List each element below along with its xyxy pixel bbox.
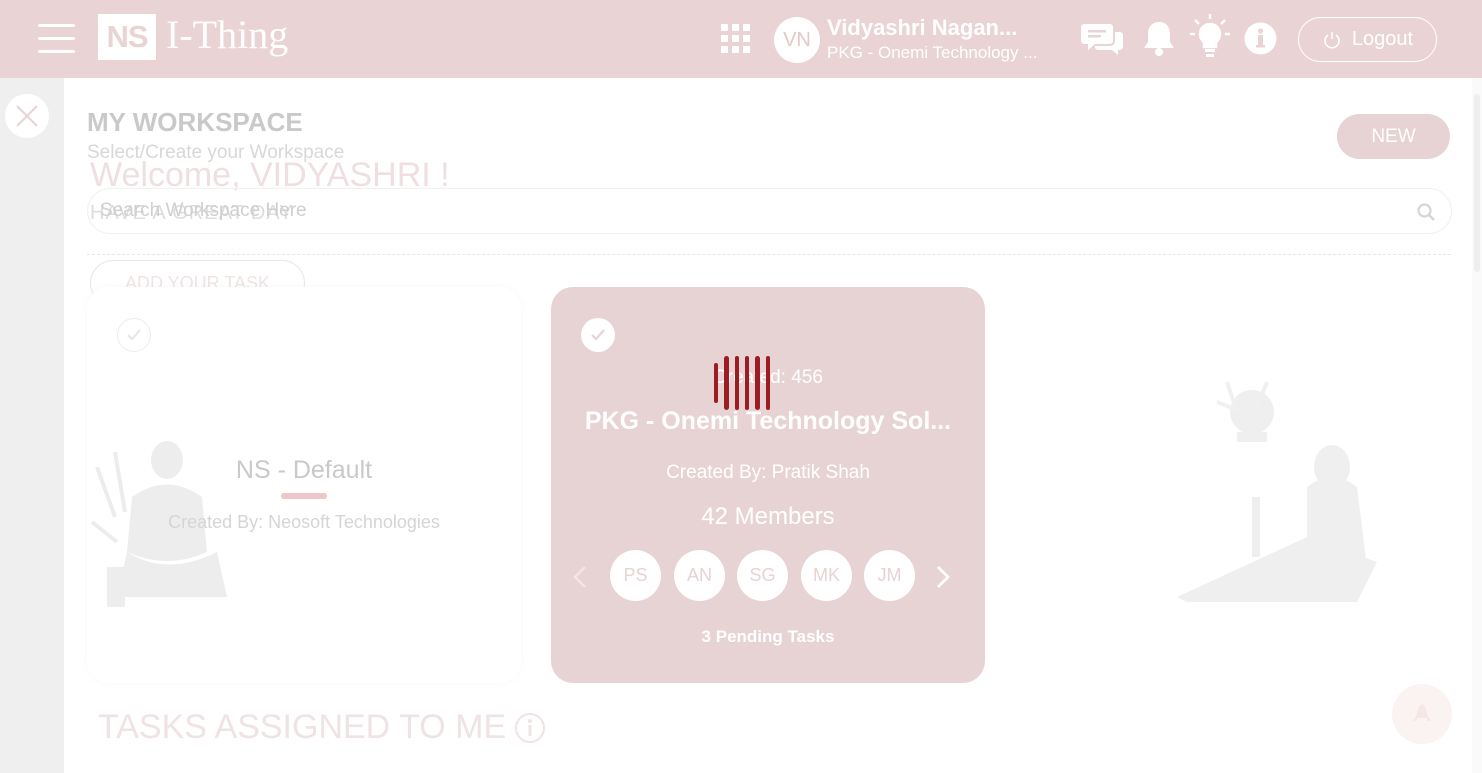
bell-icon[interactable] [1142, 20, 1176, 58]
select-check[interactable] [117, 318, 151, 352]
logout-label: Logout [1351, 28, 1414, 50]
person-with-laptop-illustration [1177, 381, 1377, 602]
workspace-name: NS - Default [235, 456, 373, 484]
check-icon [591, 329, 605, 341]
workspace-creator: Created By: Pratik Shah [666, 462, 870, 483]
check-icon [127, 329, 141, 341]
workspace-subtitle: Select/Create your Workspace [87, 142, 345, 163]
user-name[interactable]: Vidyashri Nagan... [827, 15, 1017, 41]
user-organization[interactable]: PKG - Onemi Technology ... [827, 43, 1037, 63]
close-button[interactable] [5, 94, 49, 138]
workspace-search [87, 188, 1452, 234]
close-icon [16, 105, 38, 127]
tasks-heading-text: TASKS ASSIGNED TO ME [98, 708, 507, 746]
floating-action-button[interactable] [1392, 684, 1452, 744]
power-icon [1324, 31, 1340, 48]
workspace-card-selected[interactable]: Created: 456 PKG - Onemi Technology Sol.… [551, 287, 985, 683]
top-header: NS I-Thing VN Vidyashri Nagan... PKG - O… [0, 0, 1482, 78]
workspace-illustration [1017, 287, 1451, 683]
workspace-name: PKG - Onemi Technology Sol... [584, 407, 952, 435]
select-check[interactable] [581, 318, 615, 352]
active-underline [281, 493, 327, 499]
member-avatar[interactable]: PS [610, 550, 661, 601]
chat-icon[interactable] [1081, 22, 1123, 56]
members-count: 42 Members [701, 503, 835, 530]
new-workspace-button[interactable]: NEW [1337, 114, 1450, 159]
pending-tasks: 3 Pending Tasks [701, 627, 835, 646]
members-carousel: PS AN SG MK JM [551, 549, 985, 603]
workspace-card[interactable]: NS - Default Created By: Neosoft Technol… [87, 287, 521, 683]
chevron-left-icon[interactable] [573, 565, 587, 589]
idea-bulb-icon[interactable] [1190, 14, 1230, 58]
workspace-creator: Created By: Neosoft Technologies [168, 512, 440, 532]
member-avatar[interactable]: AN [674, 550, 725, 601]
workspace-search-input[interactable] [100, 189, 1400, 233]
member-avatar[interactable]: MK [801, 550, 852, 601]
chevron-right-icon[interactable] [936, 565, 950, 589]
workspace-panel: Welcome, VIDYASHRI ! HAVE A GREAT DAY AD… [64, 78, 1472, 773]
loading-spinner [714, 356, 770, 410]
divider [87, 254, 1451, 255]
logo-mark: NS [98, 14, 156, 60]
logout-button[interactable]: Logout [1298, 17, 1437, 62]
info-icon[interactable] [1244, 22, 1277, 55]
apps-grid-icon[interactable] [721, 24, 751, 54]
info-circle-icon[interactable] [514, 712, 546, 744]
logo-text: I-Thing [166, 12, 289, 57]
member-avatar[interactable]: SG [737, 550, 788, 601]
tasks-heading: TASKS ASSIGNED TO ME [98, 708, 546, 747]
search-icon[interactable] [1417, 203, 1435, 221]
workspace-title: MY WORKSPACE [87, 107, 303, 137]
rocket-icon [1413, 704, 1431, 721]
user-avatar[interactable]: VN [774, 17, 820, 63]
member-avatar[interactable]: JM [864, 550, 915, 601]
scrollbar[interactable] [1472, 78, 1482, 773]
menu-icon[interactable] [38, 24, 75, 54]
